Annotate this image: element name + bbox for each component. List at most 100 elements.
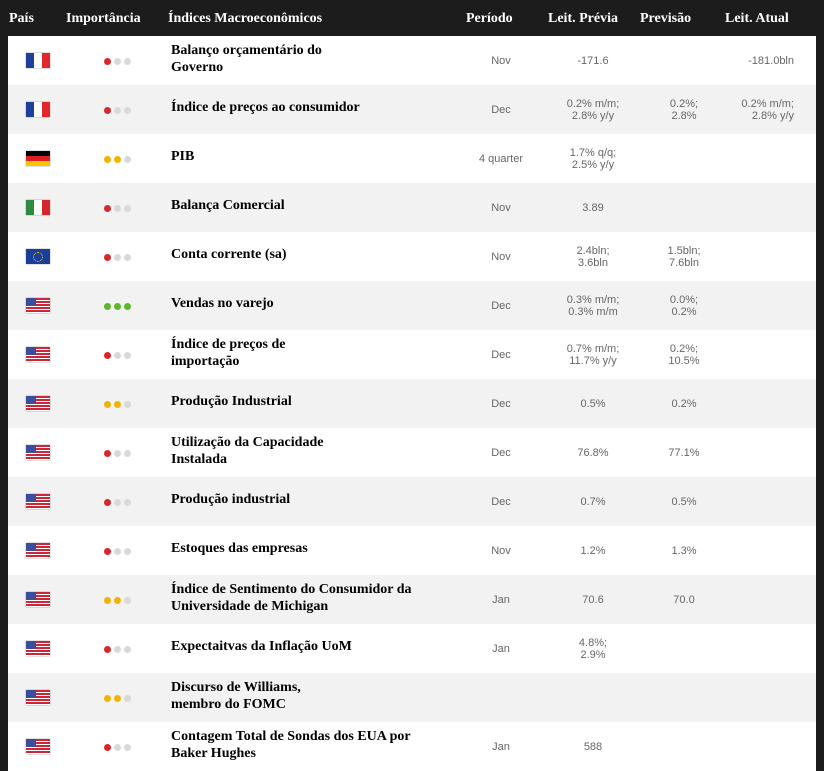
importance-indicator — [104, 204, 134, 213]
table-row[interactable]: Utilização da Capacidade Instalada Dec 76.8… — [8, 428, 816, 477]
text-line: 3.6bln — [578, 256, 608, 269]
text-line: 70.0 — [673, 593, 695, 606]
text-line: Produção Industrial — [171, 394, 292, 409]
table-row[interactable]: Produção Industrial Dec 0.5% 0.2% — [8, 379, 816, 428]
economic-calendar: País Importância Índices Macroeconômicos… — [0, 0, 824, 771]
usa-flag-icon — [26, 689, 50, 705]
importance-dot — [124, 694, 131, 702]
importance-dot — [104, 743, 111, 751]
importance-dot — [114, 498, 121, 506]
period-cell: Dec — [491, 299, 511, 312]
text-line: 76.8% — [577, 446, 609, 459]
usa-flag-icon — [26, 297, 50, 313]
table-row[interactable]: Estoques das empresas Nov 1.2% 1.3% — [8, 526, 816, 575]
indicator-name[interactable]: Produção Industrial — [171, 393, 292, 410]
indicator-name[interactable]: PIB — [171, 148, 194, 165]
header-forecast[interactable]: Previsão — [640, 11, 691, 27]
indicator-name[interactable]: Índice de preços ao consumidor — [171, 99, 360, 116]
importance-dot — [114, 106, 121, 114]
importance-dot — [124, 596, 131, 604]
importance-dot — [114, 449, 121, 457]
table-row[interactable]: Vendas no varejo Dec 0.3% m/m; 0.3% m/m 0.0%… — [8, 281, 816, 330]
previous-value: 0.3% m/m; 0.3% m/m — [553, 294, 633, 318]
importance-dot — [114, 547, 121, 555]
importance-dot — [104, 449, 111, 457]
calendar-table: Balanço orçamentário do Governo Nov -171.6 -… — [8, 36, 816, 771]
importance-indicator — [104, 106, 134, 115]
indicator-name[interactable]: Expectaitvas da Inflação UoM — [171, 638, 352, 655]
indicator-name[interactable]: Utilização da Capacidade Instalada — [171, 434, 323, 468]
header-country[interactable]: País — [9, 11, 34, 27]
previous-value: 0.2% m/m; 2.8% y/y — [553, 98, 633, 122]
indicator-name[interactable]: Contagem Total de Sondas dos EUA por Bake… — [171, 728, 411, 762]
text-line: Balanço orçamentário do — [171, 42, 322, 58]
text-line: 0.7% — [580, 495, 606, 508]
text-line: Produção industrial — [171, 492, 291, 507]
header-previous[interactable]: Leit. Prévia — [548, 11, 618, 27]
text-line: 1.5bln; — [667, 244, 701, 257]
period-cell: Nov — [491, 544, 511, 557]
table-row[interactable]: Discurso de Williams, membro do FOMC — [8, 673, 816, 722]
actual-value: -181.0bln — [708, 55, 794, 67]
importance-indicator — [104, 694, 134, 703]
table-row[interactable]: Contagem Total de Sondas dos EUA por Bake… — [8, 722, 816, 771]
text-line: importação — [171, 353, 240, 369]
text-line: 1.7% q/q; — [569, 146, 617, 159]
indicator-name[interactable]: Produção industrial — [171, 491, 290, 508]
importance-indicator — [104, 253, 134, 262]
usa-flag-icon — [26, 738, 50, 754]
text-line: 1.2% — [580, 544, 606, 557]
importance-dot — [124, 449, 131, 457]
text-line: Estoques das empresas — [171, 541, 308, 556]
text-line: 1.3% — [671, 544, 697, 557]
usa-flag-icon — [26, 591, 50, 607]
text-line: 10.5% — [668, 354, 700, 367]
period-cell: 4 quarter — [478, 152, 524, 165]
text-line: 0.5% — [580, 397, 606, 410]
text-line: Índice de preços ao consumidor — [171, 100, 360, 115]
period-cell: Jan — [492, 593, 510, 606]
header-actual[interactable]: Leit. Atual — [725, 11, 789, 27]
table-row[interactable]: Índice de Sentimento do Consumidor da Uni… — [8, 575, 816, 624]
importance-indicator — [104, 351, 134, 360]
indicator-name[interactable]: Conta corrente (sa) — [171, 246, 287, 263]
table-row[interactable]: Produção industrial Dec 0.7% 0.5% — [8, 477, 816, 526]
importance-dot — [104, 204, 111, 212]
importance-dot — [124, 155, 131, 163]
table-row[interactable]: Índice de preços de importação Dec 0.7% m/m… — [8, 330, 816, 379]
italy-flag-icon — [26, 199, 50, 215]
importance-dot — [104, 694, 111, 702]
indicator-name[interactable]: Índice de preços de importação — [171, 336, 285, 370]
forecast-value: 70.0 — [644, 594, 724, 606]
indicator-name[interactable]: Balanço orçamentário do Governo — [171, 42, 322, 76]
period-cell: Dec — [491, 495, 511, 508]
indicator-name[interactable]: Balança Comercial — [171, 197, 285, 214]
table-row[interactable]: PIB 4 quarter 1.7% q/q; 2.5% y/y — [8, 134, 816, 183]
text-line: Universidade de Michigan — [171, 598, 329, 614]
table-row[interactable]: Índice de preços ao consumidor Dec 0.2% m/… — [8, 85, 816, 134]
text-line: Índice de preços de — [171, 336, 286, 352]
text-line: Conta corrente (sa) — [171, 247, 287, 262]
table-row[interactable]: Expectaitvas da Inflação UoM Jan 4.8%; 2.9% — [8, 624, 816, 673]
importance-dot — [124, 106, 131, 114]
text-line: 7.6bln — [669, 256, 699, 269]
table-row[interactable]: Balança Comercial Nov 3.89 — [8, 183, 816, 232]
importance-dot — [124, 743, 131, 751]
indicator-name[interactable]: Discurso de Williams, membro do FOMC — [171, 679, 301, 713]
text-line: Contagem Total de Sondas dos EUA por — [171, 728, 411, 744]
header-importance[interactable]: Importância — [66, 11, 141, 27]
text-line: Balança Comercial — [171, 198, 285, 213]
importance-dot — [124, 645, 131, 653]
header-period[interactable]: Período — [466, 11, 513, 27]
importance-dot — [124, 253, 131, 261]
header-indicator[interactable]: Índices Macroeconômicos — [168, 11, 322, 27]
table-row[interactable]: Balanço orçamentário do Governo Nov -171.6 -… — [8, 36, 816, 85]
indicator-name[interactable]: Vendas no varejo — [171, 295, 274, 312]
text-line: 0.7% m/m; — [566, 342, 620, 355]
previous-value: 588 — [553, 741, 633, 753]
text-line: 0.3% m/m; — [566, 293, 620, 306]
indicator-name[interactable]: Índice de Sentimento do Consumidor da Uni… — [171, 581, 412, 615]
previous-value: -171.6 — [553, 55, 633, 67]
table-row[interactable]: Conta corrente (sa) Nov 2.4bln; 3.6bln 1.5bl… — [8, 232, 816, 281]
indicator-name[interactable]: Estoques das empresas — [171, 540, 308, 557]
